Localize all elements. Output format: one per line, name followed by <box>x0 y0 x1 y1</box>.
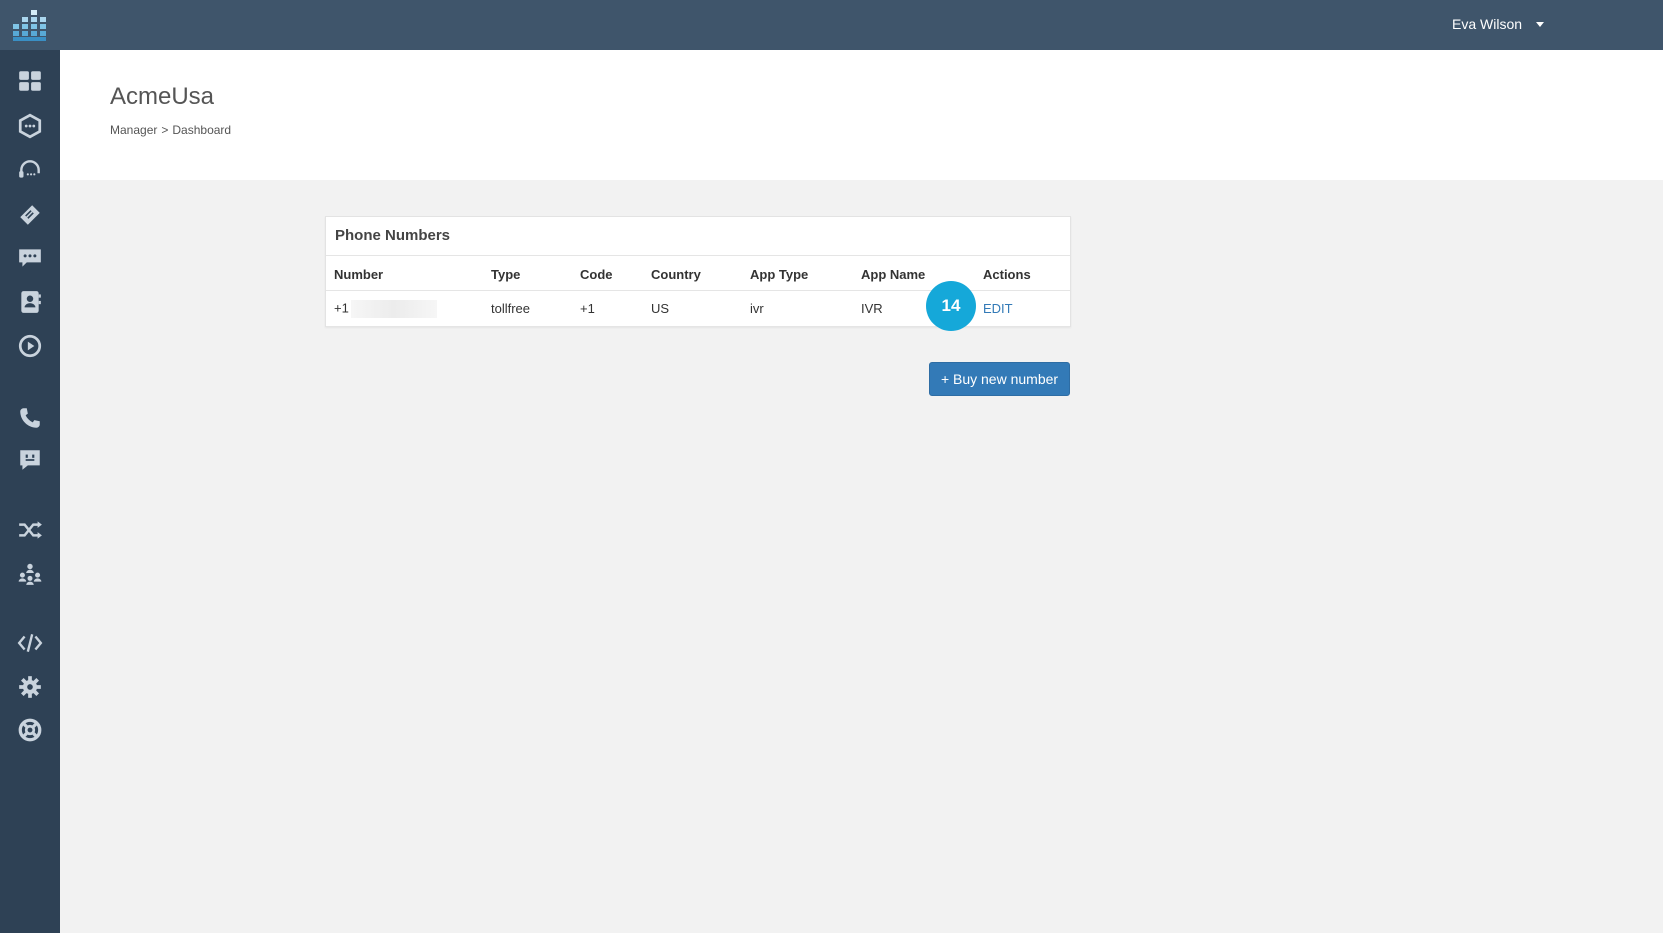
user-menu[interactable]: Eva Wilson <box>1452 16 1545 32</box>
column-header-country: Country <box>643 255 742 291</box>
column-header-actions: Actions <box>975 255 1070 291</box>
team-icon <box>18 563 42 585</box>
sidebar-item-contacts[interactable] <box>14 286 46 318</box>
sidebar-item-routing[interactable] <box>14 514 46 546</box>
buy-new-number-button[interactable]: + Buy new number <box>929 362 1070 396</box>
cell-type: tollfree <box>483 290 572 327</box>
sidebar-item-tickets[interactable] <box>14 199 46 231</box>
redacted-number <box>350 299 437 318</box>
column-header-app-type: App Type <box>742 255 853 291</box>
sidebar <box>0 50 60 933</box>
column-header-code: Code <box>572 255 643 291</box>
sidebar-item-chat[interactable] <box>14 242 46 274</box>
column-header-number: Number <box>326 255 483 291</box>
phone-icon <box>20 408 40 428</box>
breadcrumb-manager[interactable]: Manager <box>110 123 157 137</box>
cell-number: +1 <box>326 290 483 327</box>
sidebar-item-phone[interactable] <box>14 402 46 434</box>
chevron-down-icon <box>1536 21 1545 27</box>
column-header-type: Type <box>483 255 572 291</box>
hexagon-chat-icon <box>18 113 42 139</box>
number-prefix: +1 <box>334 299 349 315</box>
sidebar-item-settings[interactable] <box>14 671 46 703</box>
play-circle-icon <box>18 334 42 358</box>
sidebar-item-sms[interactable] <box>14 444 46 476</box>
shuffle-icon <box>19 521 42 539</box>
sidebar-item-agents[interactable] <box>14 154 46 186</box>
breadcrumb: Manager > Dashboard <box>110 123 231 137</box>
cell-code: +1 <box>572 290 643 327</box>
contacts-book-icon <box>21 291 41 313</box>
headset-icon <box>19 160 40 178</box>
sidebar-item-support[interactable] <box>14 714 46 746</box>
lifebuoy-icon <box>18 718 42 742</box>
sidebar-item-dashboard[interactable] <box>14 65 46 97</box>
sidebar-item-developers[interactable] <box>14 627 46 659</box>
top-bar: Eva Wilson <box>0 0 1663 50</box>
sidebar-item-chat-bot[interactable] <box>14 110 46 142</box>
message-square-icon <box>20 450 40 470</box>
sidebar-item-teams[interactable] <box>14 557 46 589</box>
code-icon <box>17 634 43 652</box>
chat-bubble-icon <box>19 249 41 267</box>
dashboard-grid-icon <box>19 71 41 91</box>
step-badge: 14 <box>926 281 976 331</box>
gear-icon <box>19 676 41 698</box>
breadcrumb-dashboard: Dashboard <box>172 123 232 137</box>
sidebar-item-media[interactable] <box>14 330 46 362</box>
cell-country: US <box>643 290 742 327</box>
ticket-icon <box>20 205 40 225</box>
page-title: AcmeUsa <box>110 83 215 110</box>
cell-actions: EDIT <box>975 290 1070 327</box>
user-name: Eva Wilson <box>1452 16 1523 32</box>
app-logo[interactable] <box>13 10 47 42</box>
card-title: Phone Numbers <box>335 227 451 244</box>
breadcrumb-separator: > <box>161 123 169 137</box>
page-header: AcmeUsa Manager > Dashboard <box>60 50 1663 180</box>
cell-app-type: ivr <box>742 290 853 327</box>
edit-link[interactable]: EDIT <box>983 301 1013 316</box>
